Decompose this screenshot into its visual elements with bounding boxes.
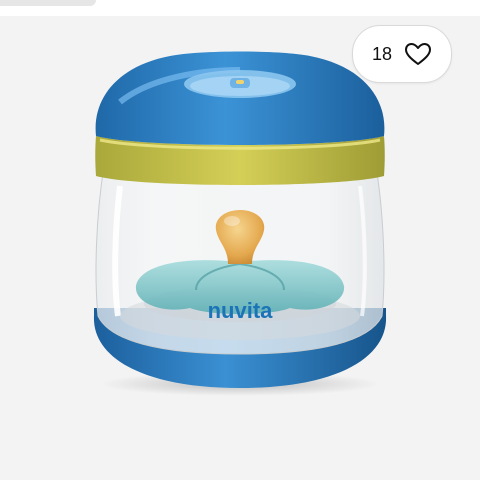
- drag-handle: [0, 0, 96, 6]
- top-strip: [0, 0, 480, 16]
- product-image: nuvita: [93, 51, 387, 396]
- blue-cap: [95, 51, 385, 145]
- heart-outline-icon: [405, 43, 432, 65]
- like-button[interactable]: 18: [352, 25, 452, 83]
- brand-text: nuvita: [208, 298, 274, 323]
- like-count: 18: [371, 44, 393, 64]
- product-image-area: nuvita: [0, 16, 480, 480]
